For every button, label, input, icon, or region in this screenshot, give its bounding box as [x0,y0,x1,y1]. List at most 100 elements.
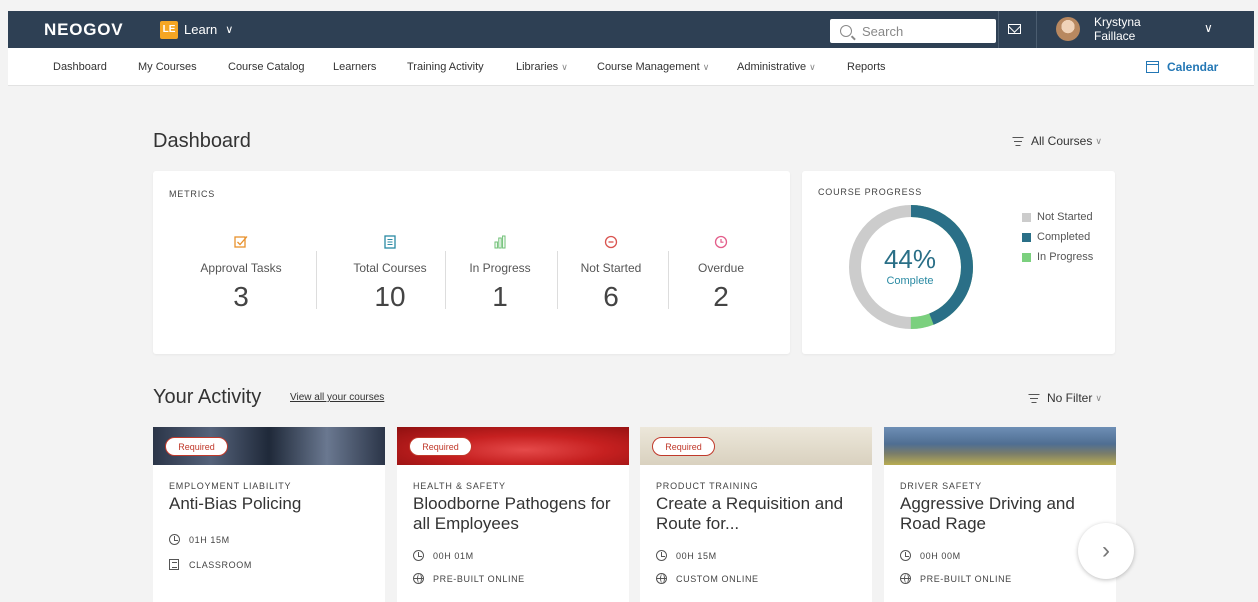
course-thumbnail: Required [397,427,629,465]
mail-icon[interactable] [1008,24,1021,34]
nav-item-course-catalog[interactable]: Course Catalog [228,61,304,73]
calendar-label: Calendar [1167,60,1219,74]
metrics-card: METRICS Approval Tasks 3 Total Courses 1… [153,171,790,354]
bars-icon [445,235,555,249]
type-text: PRE-BUILT ONLINE [920,573,1012,584]
course-card-create-requisition[interactable]: Required PRODUCT TRAINING Create a Requi… [640,427,872,602]
divider [998,11,999,48]
chevron-right-icon: › [1102,537,1110,564]
metric-value: 3 [233,281,249,312]
clock-icon [413,550,424,561]
view-all-courses-link[interactable]: View all your courses [290,392,384,403]
metric-value: 6 [603,281,619,312]
metric-value: 2 [713,281,729,312]
type-text: CUSTOM ONLINE [676,573,759,584]
calendar-link[interactable]: Calendar [1146,60,1218,74]
course-type: CLASSROOM [169,559,252,570]
app-name: Learn [184,22,218,37]
user-name[interactable]: Krystyna Faillace [1094,15,1174,43]
course-thumbnail [884,427,1116,465]
course-duration: 00H 01M [413,550,474,561]
duration-text: 00H 00M [920,550,961,561]
clock-icon [900,550,911,561]
chevron-down-icon: ∨ [225,24,234,36]
checkbox-icon [186,235,296,249]
metric-value: 10 [374,281,406,312]
filter-label: No Filter [1047,391,1093,405]
metric-overdue[interactable]: Overdue 2 [666,235,776,313]
nav-item-libraries[interactable]: Libraries ∨ [516,61,568,73]
course-duration: 00H 00M [900,550,961,561]
course-category: EMPLOYMENT LIABILITY [169,481,292,491]
nav-item-course-management[interactable]: Course Management ∨ [597,61,709,73]
nav-item-learners[interactable]: Learners [333,61,376,73]
legend-swatch [1022,252,1031,262]
legend-label: Not Started [1037,211,1093,223]
course-progress-card: COURSE PROGRESS 44% Complete Not Started… [802,171,1115,354]
divider [316,251,317,309]
filter-label: All Courses [1031,134,1093,148]
metric-in-progress[interactable]: In Progress 1 [445,235,555,313]
chevron-down-icon: ∨ [702,62,710,72]
course-category: HEALTH & SAFETY [413,481,506,491]
course-title[interactable]: Create a Requisition and Route for... [656,494,861,534]
legend-not-started: Not Started [1022,211,1093,223]
duration-text: 01H 15M [189,534,230,545]
search-input[interactable] [862,23,982,39]
metric-total-courses[interactable]: Total Courses 10 [335,235,445,313]
nav-item-reports[interactable]: Reports [847,61,886,73]
page-title: Dashboard [153,130,251,152]
minus-circle-icon [556,235,666,249]
metric-label: Not Started [580,261,642,275]
course-type: CUSTOM ONLINE [656,573,759,584]
course-category: DRIVER SAFETY [900,481,982,491]
course-progress-label: COURSE PROGRESS [818,187,923,197]
course-card-anti-bias-policing[interactable]: Required EMPLOYMENT LIABILITY Anti-Bias … [153,427,385,602]
carousel-next-button[interactable]: › [1078,523,1134,579]
nav-item-dashboard[interactable]: Dashboard [53,61,107,73]
course-thumbnail: Required [153,427,385,465]
metric-label: In Progress [469,261,531,275]
nav-item-my-courses[interactable]: My Courses [138,61,197,73]
metric-approval-tasks[interactable]: Approval Tasks 3 [186,235,296,313]
metric-value: 1 [492,281,508,312]
course-card-aggressive-driving[interactable]: DRIVER SAFETY Aggressive Driving and Roa… [884,427,1116,602]
required-badge: Required [165,437,228,456]
course-thumbnail: Required [640,427,872,465]
search-box[interactable] [830,19,996,43]
progress-sub: Complete [886,275,934,287]
all-courses-filter[interactable]: All Courses ∨ [1012,134,1102,148]
course-category: PRODUCT TRAINING [656,481,759,491]
user-last-name: Faillace [1094,29,1136,43]
nav-item-training-activity[interactable]: Training Activity [407,61,484,73]
filter-icon [1012,136,1023,146]
course-type: PRE-BUILT ONLINE [413,573,525,584]
course-duration: 01H 15M [169,534,230,545]
legend-completed: Completed [1022,231,1090,243]
metric-not-started[interactable]: Not Started 6 [556,235,666,313]
neogov-logo[interactable]: NEOGOV [44,20,154,40]
user-menu-chevron-icon[interactable]: ∨ [1204,21,1213,35]
legend-label: In Progress [1037,251,1094,263]
required-badge: Required [652,437,715,456]
no-filter-dropdown[interactable]: No Filter ∨ [1028,391,1102,405]
document-icon [169,559,179,570]
legend-label: Completed [1037,231,1091,243]
course-title[interactable]: Aggressive Driving and Road Rage [900,494,1105,534]
avatar[interactable] [1056,17,1080,41]
globe-icon [900,573,911,584]
search-icon [840,25,852,37]
course-type: PRE-BUILT ONLINE [900,573,1012,584]
nav-item-administrative[interactable]: Administrative ∨ [737,61,816,73]
calendar-icon [1146,61,1159,73]
chevron-down-icon: ∨ [1095,135,1102,146]
nav-label: Administrative [737,61,807,73]
app-switcher[interactable]: LE Learn ∨ [160,20,234,39]
course-title[interactable]: Anti-Bias Policing [169,494,374,514]
metric-label: Approval Tasks [200,261,282,275]
course-card-bloodborne-pathogens[interactable]: Required HEALTH & SAFETY Bloodborne Path… [397,427,629,602]
course-title[interactable]: Bloodborne Pathogens for all Employees [413,494,618,534]
chevron-down-icon: ∨ [809,62,816,72]
globe-icon [413,573,424,584]
user-first-name: Krystyna [1094,15,1141,29]
